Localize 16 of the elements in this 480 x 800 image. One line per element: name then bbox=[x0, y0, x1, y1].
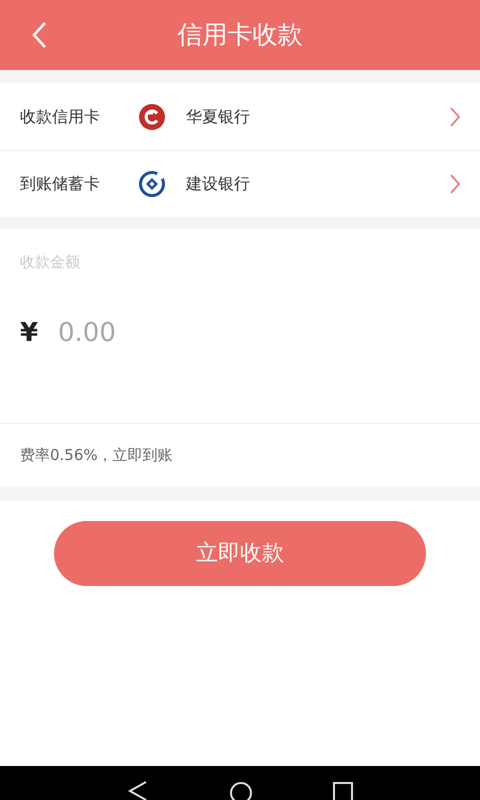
fee-note: 费率0.56%，立即到账 bbox=[20, 445, 173, 466]
chevron-right-icon bbox=[450, 174, 460, 194]
bank-name: 华夏银行 bbox=[186, 106, 251, 128]
home-nav-icon[interactable] bbox=[229, 780, 253, 800]
bank-logo-icon bbox=[138, 102, 166, 130]
page-title: 信用卡收款 bbox=[178, 19, 302, 52]
recent-apps-icon[interactable] bbox=[333, 780, 353, 800]
row-label: 到账储蓄卡 bbox=[20, 173, 101, 195]
bank-name: 建设银行 bbox=[186, 173, 251, 195]
currency-symbol: ¥ bbox=[20, 316, 40, 350]
chevron-right-icon bbox=[450, 106, 460, 126]
amount-input[interactable]: 0.00 bbox=[58, 314, 358, 352]
back-icon bbox=[31, 21, 47, 49]
row-label: 收款信用卡 bbox=[20, 106, 101, 128]
back-nav-icon[interactable] bbox=[127, 780, 149, 800]
bank-logo-icon bbox=[138, 170, 166, 198]
